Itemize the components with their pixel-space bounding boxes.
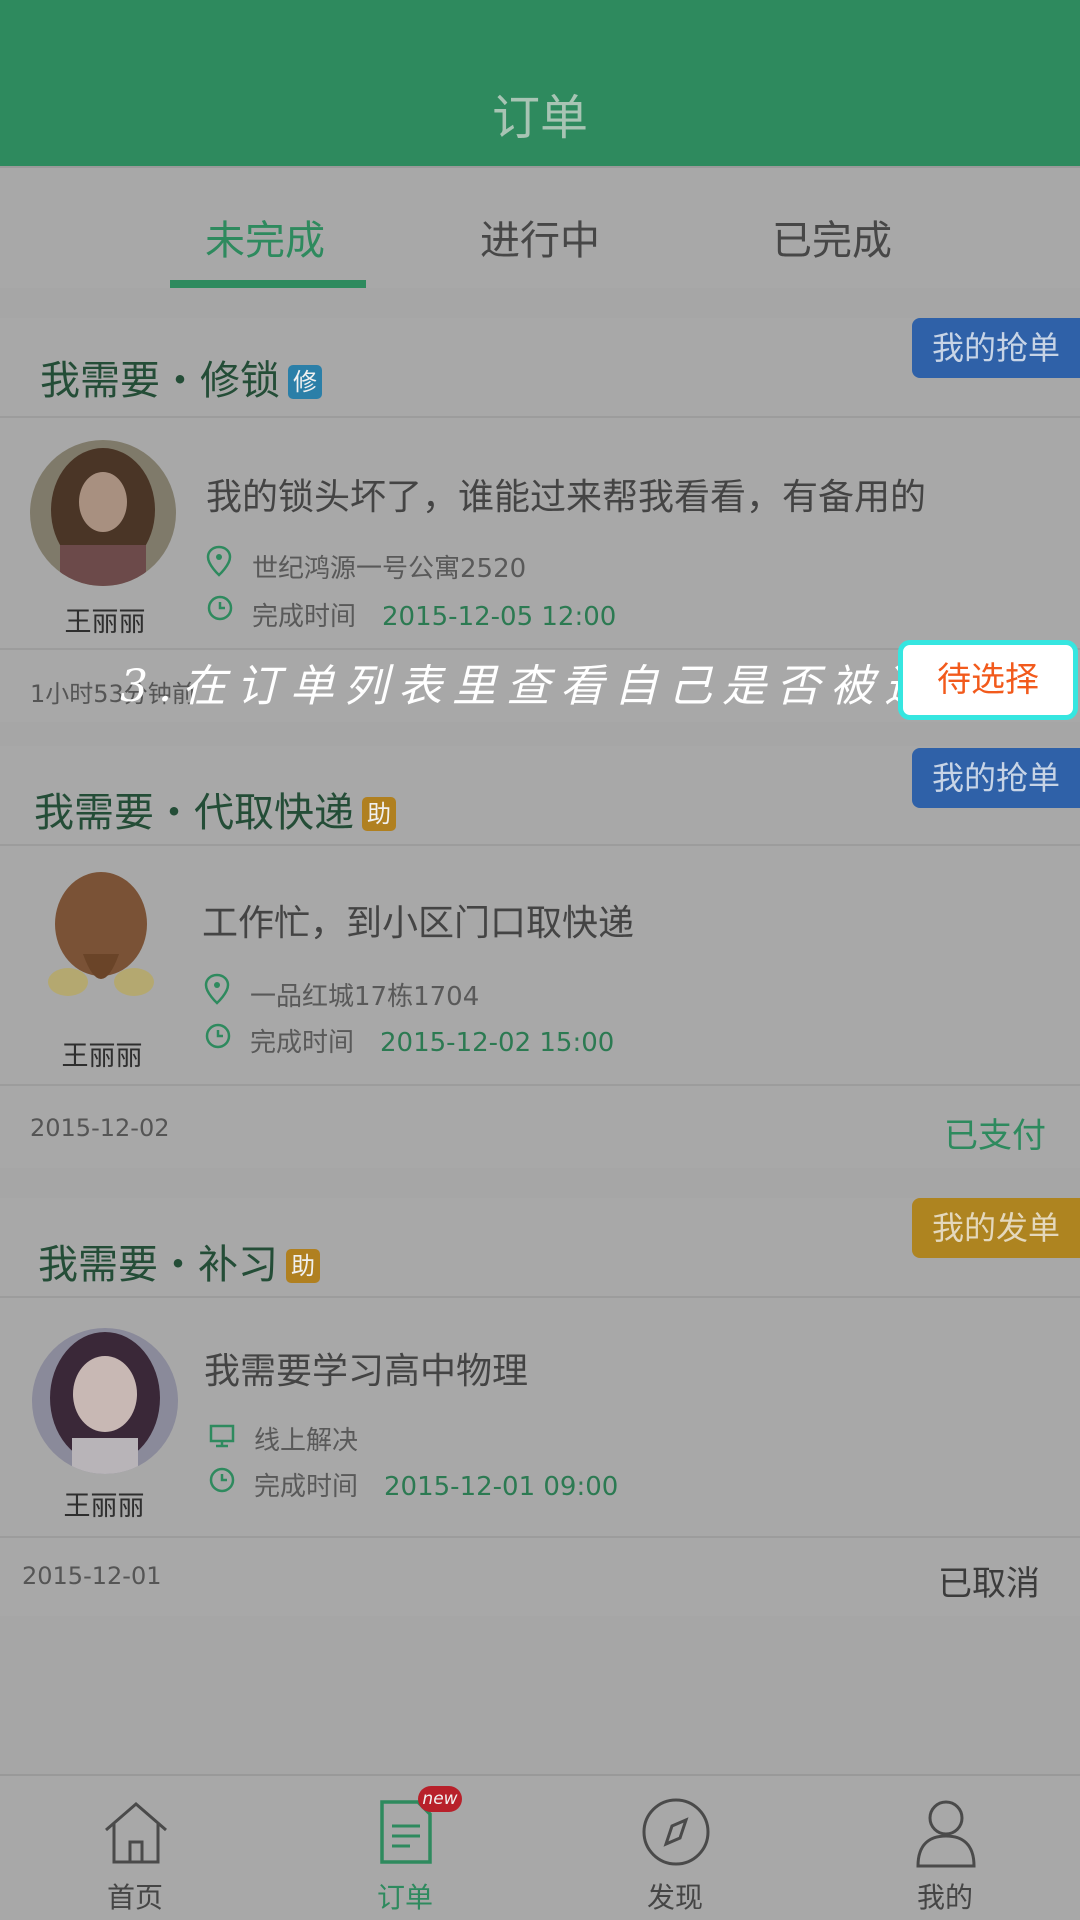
order-location: 线上解决 bbox=[254, 1426, 359, 1456]
page-title: 订单 bbox=[491, 90, 588, 146]
avatar-name: 王丽丽 bbox=[63, 1491, 145, 1522]
deadline-value: 2015-12-05 12:00 bbox=[382, 602, 617, 632]
order-status: 已取消 bbox=[938, 1564, 1040, 1604]
bottom-nav: 首页 new 订单 发现 我的 bbox=[0, 1774, 1080, 1920]
order-need-text: 我需要・补习 bbox=[38, 1242, 278, 1288]
clock-icon bbox=[207, 595, 233, 621]
nav-profile[interactable]: 我的 bbox=[810, 1776, 1080, 1920]
location-icon bbox=[206, 545, 232, 577]
order-type-tag: 我的抢单 bbox=[912, 318, 1080, 378]
home-icon bbox=[105, 1802, 167, 1864]
nav-home[interactable]: 首页 bbox=[0, 1776, 270, 1920]
tab-unfinished[interactable]: 未完成 bbox=[165, 208, 365, 266]
order-location: 世纪鸿源一号公寓2520 bbox=[252, 554, 527, 584]
order-description: 工作忙，到小区门口取快递 bbox=[202, 903, 635, 944]
avatar-name: 王丽丽 bbox=[64, 607, 146, 638]
deadline-value: 2015-12-01 09:00 bbox=[384, 1472, 619, 1502]
order-description: 我需要学习高中物理 bbox=[204, 1351, 529, 1392]
deadline-value: 2015-12-02 15:00 bbox=[380, 1028, 615, 1058]
deadline-label: 完成时间 bbox=[250, 1028, 355, 1058]
nav-label: 我的 bbox=[916, 1881, 973, 1914]
clock-icon bbox=[209, 1467, 235, 1493]
card-divider bbox=[0, 1536, 1080, 1538]
monitor-icon bbox=[209, 1424, 235, 1448]
order-tabs: 未完成 进行中 已完成 bbox=[0, 166, 1080, 288]
category-badge: 助 bbox=[286, 1249, 320, 1283]
compass-icon bbox=[642, 1798, 710, 1866]
category-badge: 助 bbox=[362, 797, 396, 831]
nav-label: 首页 bbox=[106, 1881, 163, 1914]
order-description: 我的锁头坏了，谁能过来帮我看看，有备用的 bbox=[206, 477, 927, 518]
deadline-label: 完成时间 bbox=[254, 1472, 359, 1502]
order-card-header: 我需要・补习助 我的发单 bbox=[0, 1198, 1080, 1298]
order-date: 2015-12-01 bbox=[22, 1562, 162, 1590]
order-deadline: 完成时间 2015-12-05 12:00 bbox=[252, 596, 616, 633]
order-card-header: 我需要・代取快递助 我的抢单 bbox=[0, 746, 1080, 846]
deadline-label: 完成时间 bbox=[252, 602, 357, 632]
nav-discover[interactable]: 发现 bbox=[540, 1776, 810, 1920]
nav-label: 订单 bbox=[376, 1881, 433, 1914]
order-deadline: 完成时间 2015-12-02 15:00 bbox=[250, 1022, 614, 1059]
app-header: 订单 bbox=[0, 0, 1080, 166]
clock-icon bbox=[205, 1023, 231, 1049]
order-deadline: 完成时间 2015-12-01 09:00 bbox=[254, 1466, 618, 1503]
order-location: 一品红城17栋1704 bbox=[250, 982, 480, 1012]
avatar[interactable] bbox=[30, 440, 176, 586]
nav-orders[interactable]: new 订单 bbox=[270, 1776, 540, 1920]
order-card-header: 我需要・修锁修 我的抢单 bbox=[0, 318, 1080, 418]
tab-in-progress[interactable]: 进行中 bbox=[440, 208, 640, 266]
order-card[interactable]: 我需要・补习助 我的发单 王丽丽 我需要学习高中物理 线上解决 完成时间 2015… bbox=[0, 1198, 1080, 1616]
order-need-text: 我需要・修锁 bbox=[40, 358, 280, 404]
order-need-title: 我需要・修锁修 bbox=[40, 348, 322, 406]
category-badge: 修 bbox=[288, 365, 322, 399]
nav-label: 发现 bbox=[646, 1881, 703, 1914]
order-need-title: 我需要・代取快递助 bbox=[34, 780, 396, 838]
card-divider bbox=[0, 1084, 1080, 1086]
active-tab-indicator bbox=[170, 280, 366, 288]
avatar[interactable] bbox=[32, 1328, 178, 1474]
avatar[interactable] bbox=[28, 864, 174, 1010]
guide-caption: 3.在订单列表里查看自己是否被选中 bbox=[120, 661, 992, 712]
order-need-title: 我需要・补习助 bbox=[38, 1232, 320, 1290]
order-type-tag: 我的发单 bbox=[912, 1198, 1080, 1258]
avatar-name: 王丽丽 bbox=[61, 1041, 143, 1072]
order-date: 2015-12-02 bbox=[30, 1114, 170, 1142]
order-status: 已支付 bbox=[944, 1116, 1046, 1156]
order-card[interactable]: 我需要・代取快递助 我的抢单 王丽丽 工作忙，到小区门口取快递 一品红城17栋1… bbox=[0, 746, 1080, 1168]
order-type-tag: 我的抢单 bbox=[912, 748, 1080, 808]
new-badge: new bbox=[418, 1786, 462, 1812]
pending-status-button[interactable]: 待选择 bbox=[898, 640, 1078, 720]
location-icon bbox=[204, 973, 230, 1005]
tab-completed[interactable]: 已完成 bbox=[732, 208, 932, 266]
user-icon bbox=[916, 1800, 976, 1868]
order-need-text: 我需要・代取快递 bbox=[34, 790, 354, 836]
